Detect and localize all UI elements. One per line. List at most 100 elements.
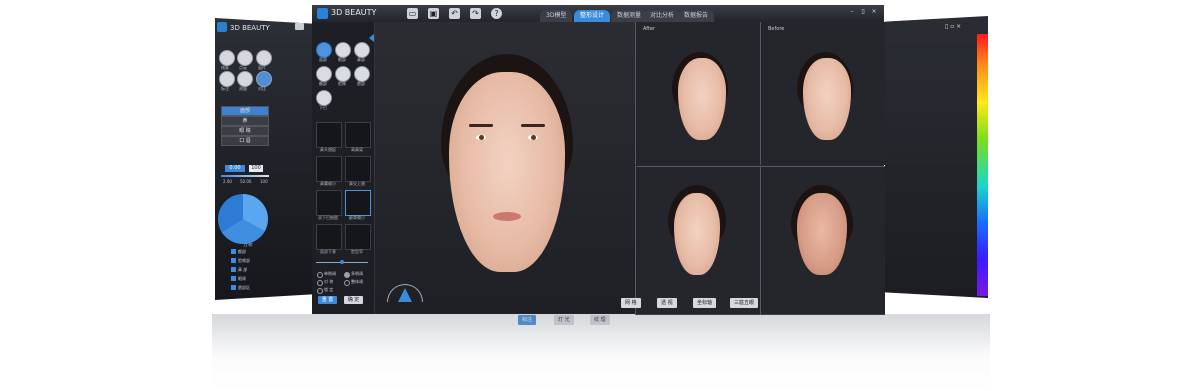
- tool-label: 唇部: [357, 81, 365, 86]
- preset-thumb[interactable]: [316, 224, 342, 250]
- preset-thumb[interactable]: [345, 224, 371, 250]
- tool-label: 鼻部: [357, 57, 365, 62]
- maximize-button[interactable]: ▯: [859, 8, 867, 16]
- menu-item-face[interactable]: 面部: [221, 106, 269, 116]
- app-logo-icon: [217, 22, 227, 32]
- range-min-field[interactable]: 0.00: [225, 165, 245, 172]
- reset-button[interactable]: 重 置: [318, 296, 337, 304]
- preset-thumb[interactable]: [316, 190, 342, 216]
- radio-whole[interactable]: [344, 280, 350, 286]
- chin-tool-icon[interactable]: [316, 90, 332, 106]
- save-icon[interactable]: ▣: [428, 8, 439, 19]
- menu-item-nose[interactable]: 鼻: [221, 116, 269, 126]
- open-folder-icon[interactable]: ▭: [407, 8, 418, 19]
- after-view-oblique[interactable]: After: [635, 22, 760, 165]
- preset-label: 鼻尖上翘: [349, 181, 365, 186]
- forehead-tool-icon[interactable]: [316, 66, 332, 82]
- radio-label: 多侧调: [351, 271, 363, 276]
- surface-tool-icon[interactable]: [256, 50, 272, 66]
- face-model: [797, 193, 847, 275]
- legend-item: 眼周: [238, 276, 246, 281]
- tool-label: 面部: [319, 57, 327, 62]
- undo-icon[interactable]: ↶: [449, 8, 460, 19]
- cheek-tool-icon[interactable]: [335, 66, 351, 82]
- preset-thumb[interactable]: [345, 156, 371, 182]
- range-max-field[interactable]: 100: [249, 165, 263, 172]
- preset-thumb[interactable]: [316, 122, 342, 148]
- orientation-gizmo[interactable]: [387, 284, 423, 302]
- folder-icon[interactable]: [295, 23, 304, 30]
- radio-label: 锁 定: [324, 287, 334, 292]
- nose-tool-icon[interactable]: [354, 42, 370, 58]
- axis-label: 50.00: [240, 179, 252, 184]
- 3d-viewport[interactable]: 标注 灯 光 纹 理: [375, 22, 635, 325]
- window-controls-icon[interactable]: ▯ ▫ ×: [945, 23, 975, 31]
- perspective-button[interactable]: 透 视: [657, 298, 677, 308]
- close-button[interactable]: ×: [870, 8, 878, 16]
- before-view-oblique[interactable]: Before: [760, 22, 885, 165]
- mesh-button[interactable]: 网 格: [621, 298, 641, 308]
- help-icon[interactable]: ?: [491, 8, 502, 19]
- annotate-tool-icon[interactable]: [219, 71, 235, 87]
- intensity-slider-handle[interactable]: [340, 260, 344, 264]
- preset-thumb[interactable]: [316, 156, 342, 182]
- preset-label: 面部下垂: [320, 249, 336, 254]
- legend-item: 鼻 部: [238, 267, 248, 272]
- range-slider[interactable]: [221, 175, 269, 177]
- pointcloud-tool-icon[interactable]: [237, 50, 253, 66]
- preset-thumb[interactable]: [345, 190, 371, 216]
- radio-symmetric[interactable]: [317, 280, 323, 286]
- radio-single[interactable]: [317, 272, 323, 278]
- line-tool-icon[interactable]: [219, 50, 235, 66]
- face-model: [449, 72, 565, 272]
- tab-design[interactable]: 整形设计: [574, 10, 611, 22]
- face-model: [678, 58, 726, 140]
- tab-3d-model[interactable]: 3D模型: [540, 10, 573, 22]
- eye-tool-icon[interactable]: [335, 42, 351, 58]
- legend-item: 脸颊部: [238, 258, 250, 263]
- preset-label: 颧骨缩小: [349, 215, 365, 220]
- menu-item-eyes[interactable]: 眼 睛: [221, 126, 269, 136]
- proportion-button[interactable]: 三庭五眼: [730, 298, 759, 308]
- legend-item: 额部: [238, 249, 246, 254]
- measure-tool-icon[interactable]: [237, 71, 253, 87]
- face-tool-icon[interactable]: [316, 42, 332, 58]
- redo-icon[interactable]: ↷: [470, 8, 481, 19]
- tool-label: 标注: [221, 86, 229, 91]
- legend-item: 唇部区: [238, 285, 250, 290]
- lips-tool-icon[interactable]: [354, 66, 370, 82]
- preset-label: 鼻头翘起: [320, 147, 336, 152]
- tool-label: 下巴: [319, 105, 327, 110]
- tool-label: 额部: [319, 81, 327, 86]
- right-brow: [521, 124, 545, 127]
- before-view-front[interactable]: [760, 166, 885, 315]
- direction-marker-icon: [398, 288, 412, 302]
- left-brow: [469, 124, 493, 127]
- radio-multi[interactable]: [344, 272, 350, 278]
- legend-swatch: [231, 276, 236, 281]
- region-pie-chart: [218, 194, 268, 244]
- tab-measure[interactable]: 数据测量: [611, 10, 648, 22]
- preset-label: 双下巴抽脂: [318, 215, 338, 220]
- tool-label: 对比: [258, 86, 266, 91]
- radio-lock[interactable]: [317, 288, 323, 294]
- axis-label: 100: [260, 179, 268, 184]
- right-preview-window: ▯ ▫ ×: [885, 16, 988, 298]
- menu-item-lips[interactable]: 口 唇: [221, 136, 269, 146]
- tab-compare[interactable]: 对比分析: [644, 10, 681, 22]
- design-tools-panel: 面部 眼部 鼻部 额部 脸颊 唇部 下巴 鼻头翘起 高鼻梁 鼻翼缩小 鼻尖上翘 …: [312, 22, 375, 314]
- tab-report[interactable]: 数据报告: [678, 10, 715, 22]
- preset-label: 脸型窄: [351, 249, 363, 254]
- right-eye: [528, 135, 538, 140]
- color-scale-bar: [977, 34, 988, 296]
- axis-button[interactable]: 坐标轴: [693, 298, 717, 308]
- confirm-button[interactable]: 确 定: [344, 296, 363, 304]
- minimize-button[interactable]: –: [848, 8, 856, 16]
- after-view-front[interactable]: [635, 166, 760, 315]
- collapse-arrow-icon[interactable]: [369, 34, 374, 42]
- preset-thumb[interactable]: [345, 122, 371, 148]
- compare-tool-icon[interactable]: [256, 71, 272, 87]
- preset-label: 鼻翼缩小: [320, 181, 336, 186]
- axis-label: 2.00: [223, 179, 232, 184]
- legend-swatch: [231, 285, 236, 290]
